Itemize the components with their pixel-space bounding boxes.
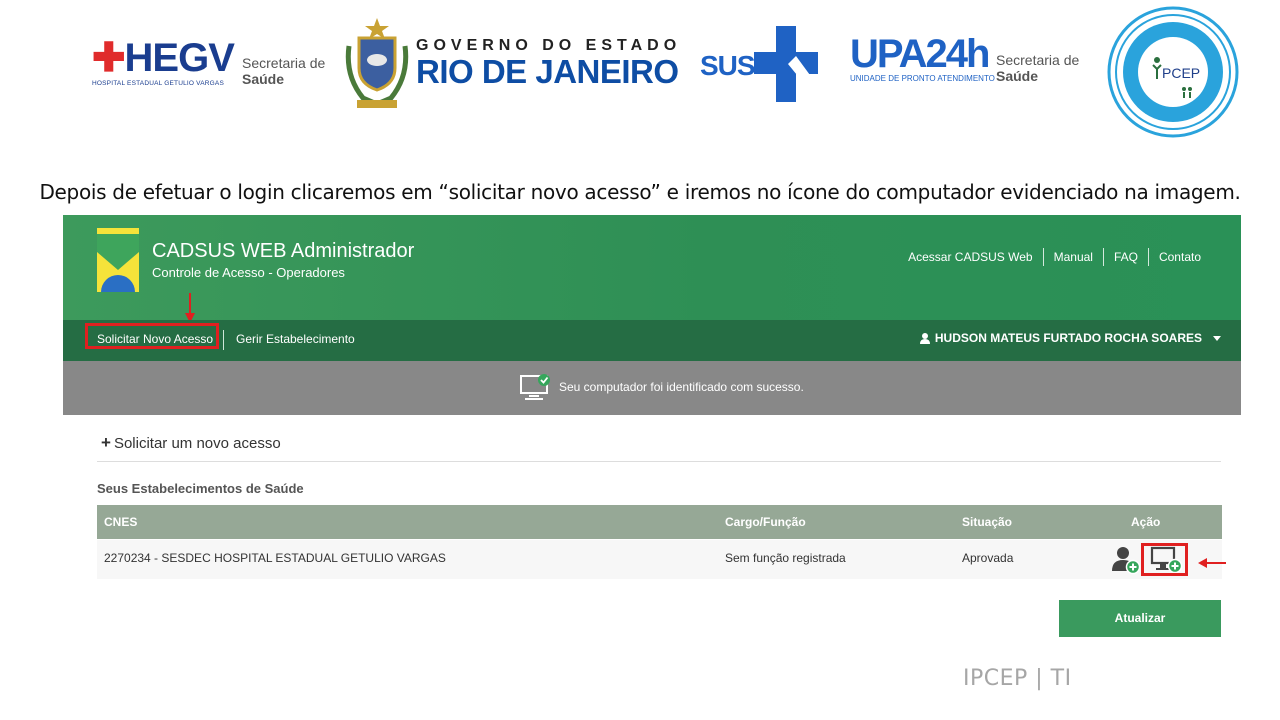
plus-icon: + — [101, 433, 111, 452]
section-title: Seus Estabelecimentos de Saúde — [97, 481, 304, 496]
cell-cargo: Sem função registrada — [725, 551, 846, 565]
svg-text:PCEP: PCEP — [1162, 65, 1200, 81]
cell-situacao: Aprovada — [962, 551, 1014, 565]
table-header: CNES Cargo/Função Situação Ação — [97, 505, 1222, 539]
app-header: CADSUS WEB Administrador Controle de Ace… — [63, 215, 1241, 320]
link-contato[interactable]: Contato — [1147, 248, 1211, 266]
app-subtitle: Controle de Acesso - Operadores — [152, 265, 345, 280]
upa24h-logo: UPA24h UNIDADE DE PRONTO ATENDIMENTO — [850, 32, 995, 83]
cadsus-flag-icon — [97, 228, 139, 292]
secretaria-saude-logo-2: Secretaria de Saúde — [996, 52, 1080, 84]
sus-logo: SUS — [700, 26, 820, 102]
governo-rio-logo: GOVERNO DO ESTADO RIO DE JANEIRO — [416, 37, 682, 90]
establishments-table: CNES Cargo/Função Situação Ação 2270234 … — [97, 505, 1222, 579]
secretaria-saude-logo: Secretaria de Saúde — [242, 55, 326, 87]
cell-cnes: 2270234 - SESDEC HOSPITAL ESTADUAL GETUL… — [104, 551, 446, 565]
hegv-mark-text: HEGV — [124, 36, 235, 80]
user-name: HUDSON MATEUS FURTADO ROCHA SOARES — [934, 331, 1202, 345]
link-acessar-cadsus-web[interactable]: Acessar CADSUS Web — [898, 248, 1042, 266]
sus-cross-icon — [754, 26, 818, 102]
table-row: 2270234 - SESDEC HOSPITAL ESTADUAL GETUL… — [97, 539, 1222, 579]
link-faq[interactable]: FAQ — [1102, 248, 1148, 266]
request-new-access-link[interactable]: + Solicitar um novo acesso — [101, 433, 281, 453]
header-situacao: Situação — [962, 515, 1013, 529]
top-links: Acessar CADSUS Web Manual FAQ Contato — [898, 248, 1211, 266]
hegv-subtitle: HOSPITAL ESTADUAL GETULIO VARGAS — [92, 80, 224, 87]
rio-state-seal-icon — [345, 18, 409, 108]
user-icon — [919, 332, 930, 344]
nav-bar: Solicitar Novo Acesso Gerir Estabelecime… — [63, 320, 1241, 361]
header-acao: Ação — [1131, 515, 1161, 529]
user-menu[interactable]: HUDSON MATEUS FURTADO ROCHA SOARES — [919, 331, 1221, 345]
header-cargo: Cargo/Função — [725, 515, 806, 529]
notice-bar: Seu computador foi identificado com suce… — [63, 361, 1241, 415]
header-cnes: CNES — [104, 515, 138, 529]
nav-separator — [223, 330, 224, 350]
app-title: CADSUS WEB Administrador — [152, 240, 415, 262]
link-manual[interactable]: Manual — [1042, 248, 1103, 266]
notice-text: Seu computador foi identificado com suce… — [559, 380, 804, 394]
cadsus-screenshot: CADSUS WEB Administrador Controle de Ace… — [63, 215, 1241, 680]
highlight-box-computer — [1141, 543, 1188, 576]
add-user-icon[interactable] — [1111, 545, 1141, 575]
footer-text: IPCEP | TI — [963, 666, 1072, 691]
hegv-logo: ✚HEGV HOSPITAL ESTADUAL GETULIO VARGAS — [92, 36, 235, 90]
divider — [97, 461, 1221, 462]
instruction-caption: Depois de efetuar o login clicaremos em … — [39, 180, 1241, 204]
chevron-down-icon — [1213, 335, 1221, 341]
highlight-box-nav — [85, 323, 219, 349]
computer-check-icon — [520, 374, 550, 400]
update-button[interactable]: Atualizar — [1059, 600, 1221, 637]
red-arrow-left-icon — [1198, 558, 1226, 568]
ipcep-logo: PCEP — [1107, 6, 1239, 138]
nav-gerir-estabelecimento[interactable]: Gerir Estabelecimento — [236, 332, 355, 346]
red-arrow-down-icon — [185, 293, 195, 323]
red-cross-icon: ✚ — [92, 36, 126, 80]
logo-banner: ✚HEGV HOSPITAL ESTADUAL GETULIO VARGAS S… — [0, 0, 1280, 150]
